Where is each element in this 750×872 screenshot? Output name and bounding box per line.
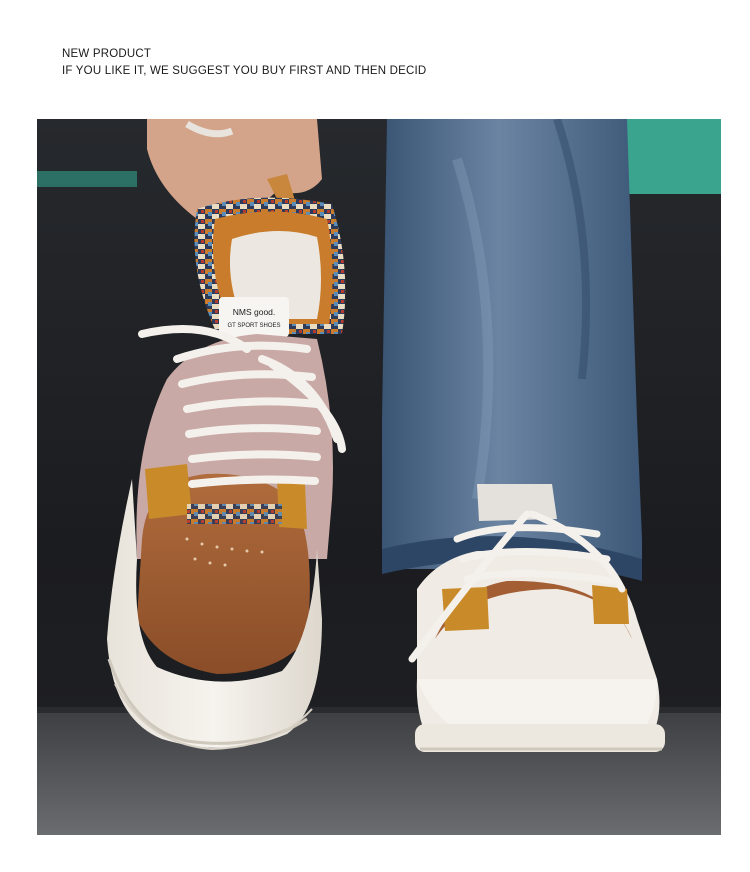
sneaker-photo-illustration: NMS good. GT SPORT SHOES (37, 119, 721, 835)
product-caption: NEW PRODUCT IF YOU LIKE IT, WE SUGGEST Y… (62, 46, 426, 80)
tongue-label-subline: GT SPORT SHOES (227, 323, 280, 329)
tongue-label-brand: NMS good. (233, 307, 276, 317)
caption-title: NEW PRODUCT (62, 48, 152, 60)
product-photo: NMS good. GT SPORT SHOES (37, 119, 721, 835)
caption-tagline: IF YOU LIKE IT, WE SUGGEST YOU BUY FIRST… (62, 65, 427, 77)
